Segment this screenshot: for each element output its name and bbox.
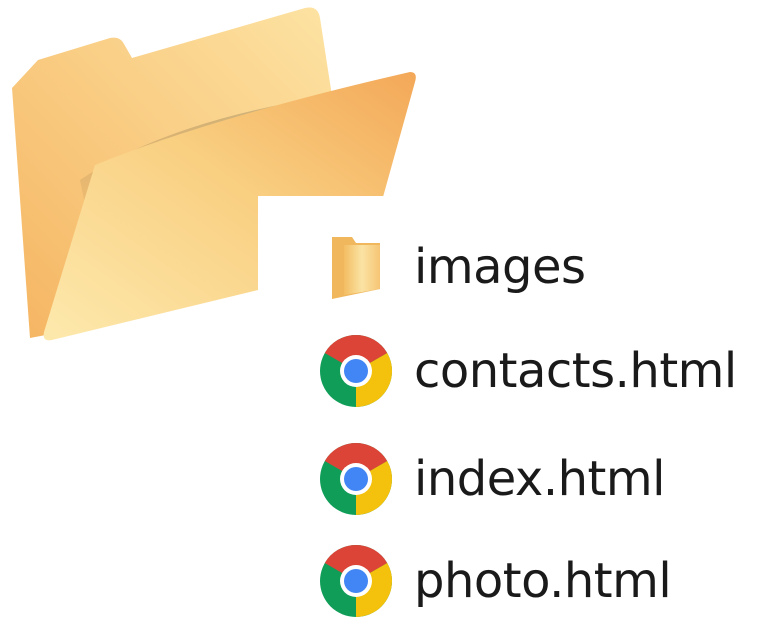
folder-icon xyxy=(318,229,394,305)
list-item-contacts[interactable]: contacts.html xyxy=(318,326,737,416)
chrome-icon xyxy=(318,543,394,619)
chrome-icon xyxy=(318,441,394,517)
file-list: images contacts.html index.html photo.ht… xyxy=(258,196,777,625)
file-name: photo.html xyxy=(414,553,672,609)
file-name: index.html xyxy=(414,451,665,507)
list-item-photo[interactable]: photo.html xyxy=(318,536,672,626)
file-name: contacts.html xyxy=(414,343,737,399)
list-item-images[interactable]: images xyxy=(318,222,586,312)
list-item-index[interactable]: index.html xyxy=(318,434,665,524)
chrome-icon xyxy=(318,333,394,409)
file-name: images xyxy=(414,239,586,295)
